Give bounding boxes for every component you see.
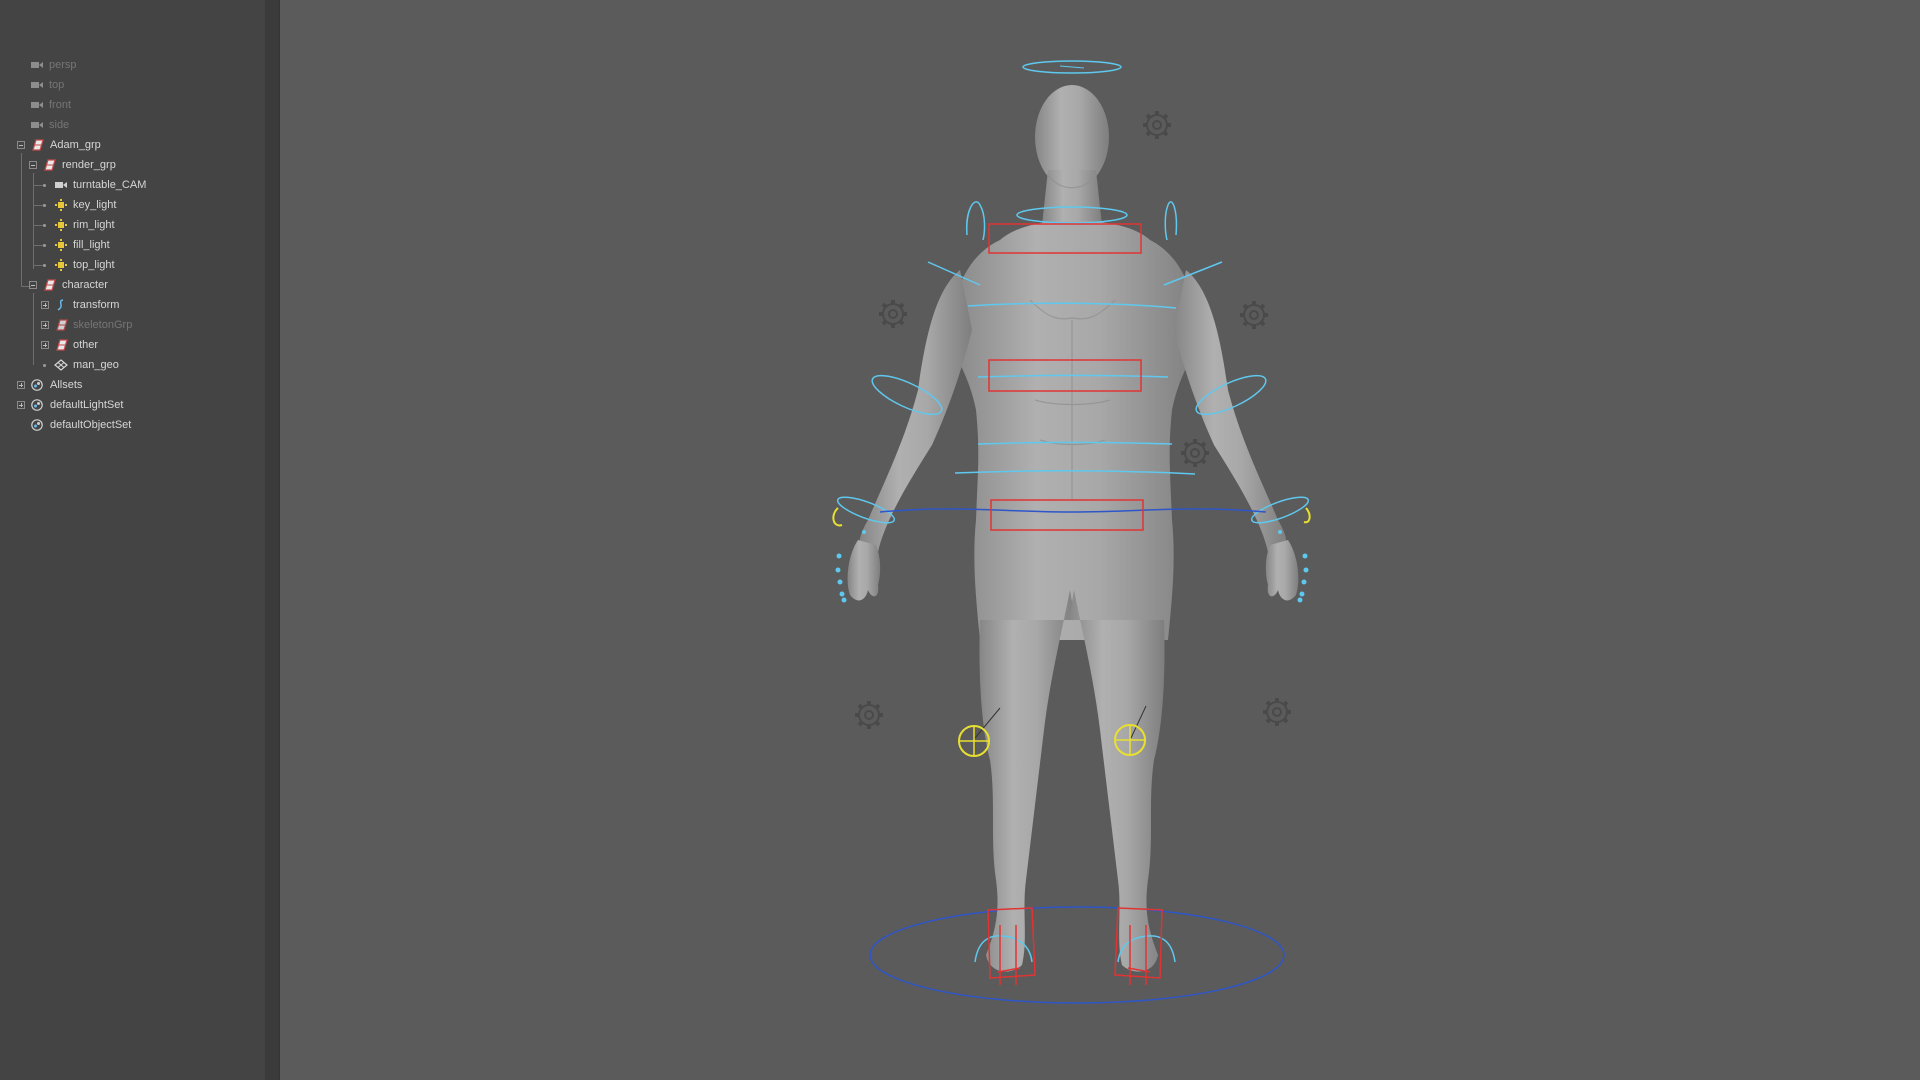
leaf-dot — [43, 264, 46, 267]
outliner-item-turntable-cam[interactable]: turntable_CAM — [54, 175, 254, 195]
outliner-item-persp[interactable]: persp — [30, 55, 250, 75]
outliner-item-label: render_grp — [62, 159, 116, 171]
outliner-item-top-light[interactable]: top_light — [54, 255, 254, 275]
world-controller[interactable] — [869, 906, 1285, 1004]
outliner-item-front[interactable]: front — [30, 95, 250, 115]
outliner-item-character[interactable]: character — [42, 275, 252, 295]
outliner-item-label: rim_light — [73, 219, 115, 231]
tree-line — [21, 153, 22, 287]
camera-icon — [31, 102, 43, 108]
outliner-item-label: key_light — [73, 199, 117, 211]
light-gizmo-icon[interactable] — [853, 699, 885, 731]
outliner-item-label: transform — [73, 299, 120, 311]
outliner-item-render-grp[interactable]: render_grp — [42, 155, 252, 175]
outliner-item-allsets[interactable]: Allsets — [30, 375, 250, 395]
outliner-item-label: top_light — [73, 259, 115, 271]
expand-toggle[interactable] — [17, 401, 25, 409]
viewport-scene[interactable] — [280, 0, 1920, 1080]
expand-toggle[interactable] — [17, 381, 25, 389]
light-gizmo-icon[interactable] — [877, 298, 909, 330]
collapse-toggle[interactable] — [29, 161, 37, 169]
panel-splitter[interactable] — [265, 0, 280, 1080]
outliner-item-defaultobjectset[interactable]: defaultObjectSet — [30, 415, 250, 435]
camera-icon — [55, 182, 67, 188]
outliner-item-transform[interactable]: transform — [54, 295, 254, 315]
outliner-item-skeletongrp[interactable]: skeletonGrp — [54, 315, 254, 335]
expand-toggle[interactable] — [41, 301, 49, 309]
outliner-item-label: front — [49, 99, 72, 111]
outliner-item-label: other — [73, 339, 99, 351]
outliner-item-label: Adam_grp — [50, 139, 101, 151]
collapse-toggle[interactable] — [17, 141, 25, 149]
outliner-item-label: top — [49, 79, 65, 91]
set-icon — [31, 419, 43, 431]
outliner-item-top[interactable]: top — [30, 75, 250, 95]
tree-line — [33, 173, 34, 269]
wrist-ik-marker[interactable] — [832, 507, 843, 527]
outliner-item-side[interactable]: side — [30, 115, 250, 135]
set-icon — [31, 399, 43, 411]
light-icon — [55, 219, 67, 231]
outliner-item-label: defaultObjectSet — [50, 419, 132, 431]
mesh-icon — [54, 359, 68, 371]
outliner-item-fill-light[interactable]: fill_light — [54, 235, 254, 255]
outliner-item-label: side — [49, 119, 70, 131]
outliner-item-key-light[interactable]: key_light — [54, 195, 254, 215]
outliner-panel[interactable]: persp top front side Adam_grp render_grp… — [0, 0, 265, 1080]
leaf-dot — [43, 224, 46, 227]
group-icon — [44, 279, 56, 291]
camera-icon — [31, 122, 43, 128]
leaf-dot — [43, 184, 46, 187]
leaf-dot — [43, 244, 46, 247]
light-gizmo-icon[interactable] — [1238, 299, 1270, 331]
outliner-item-man-geo[interactable]: man_geo — [54, 355, 254, 375]
light-gizmo-icon[interactable] — [1179, 437, 1211, 469]
expand-toggle[interactable] — [41, 321, 49, 329]
set-icon — [31, 379, 43, 391]
expand-toggle[interactable] — [41, 341, 49, 349]
group-icon — [56, 339, 68, 351]
group-icon — [44, 159, 56, 171]
head-controller-line — [1059, 65, 1085, 69]
camera-icon — [31, 82, 43, 88]
outliner-item-label: skeletonGrp — [73, 319, 133, 331]
light-gizmo-icon[interactable] — [1261, 696, 1293, 728]
light-icon — [55, 199, 67, 211]
light-gizmo-icon[interactable] — [1141, 109, 1173, 141]
outliner-item-adam-grp[interactable]: Adam_grp — [30, 135, 250, 155]
character-mesh[interactable] — [847, 85, 1299, 972]
outliner-item-defaultlightset[interactable]: defaultLightSet — [30, 395, 250, 415]
light-icon — [55, 259, 67, 271]
outliner-item-other[interactable]: other — [54, 335, 254, 355]
leaf-dot — [43, 364, 46, 367]
outliner-item-label: man_geo — [73, 359, 119, 371]
tree-line — [33, 293, 34, 365]
viewport-panel[interactable] — [280, 0, 1920, 1080]
outliner-item-label: fill_light — [73, 239, 110, 251]
outliner-item-rim-light[interactable]: rim_light — [54, 215, 254, 235]
group-icon — [32, 139, 44, 151]
group-icon — [56, 319, 68, 331]
outliner-item-label: persp — [49, 59, 77, 71]
camera-icon — [31, 62, 43, 68]
collapse-toggle[interactable] — [29, 281, 37, 289]
wrist-ik-marker[interactable] — [1303, 507, 1311, 524]
outliner-item-label: turntable_CAM — [73, 179, 147, 191]
outliner-item-label: Allsets — [50, 379, 83, 391]
curve-icon — [57, 299, 64, 311]
outliner-item-label: character — [62, 279, 108, 291]
outliner-item-label: defaultLightSet — [50, 399, 124, 411]
leaf-dot — [43, 204, 46, 207]
light-icon — [55, 239, 67, 251]
